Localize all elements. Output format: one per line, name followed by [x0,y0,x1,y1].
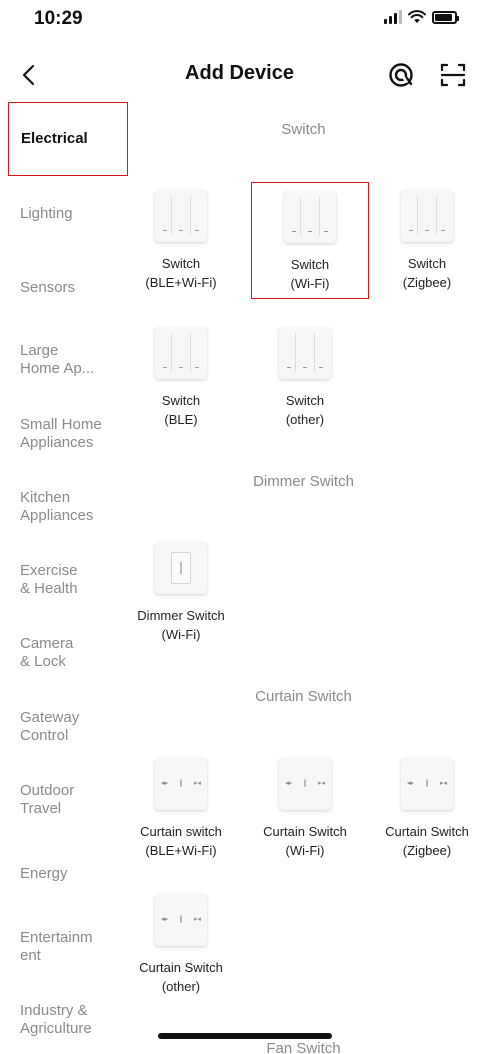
category-entertainment[interactable]: Entertainm ent [8,929,128,965]
category-kitchen-appliances[interactable]: Kitchen Appliances [8,489,128,525]
category-large-home-appliances[interactable]: Large Home Ap... [8,342,128,378]
back-button[interactable] [14,60,42,90]
category-exercise-health[interactable]: Exercise & Health [8,562,128,598]
device-dimmer-switch-wifi[interactable]: Dimmer Switch (Wi-Fi) [122,534,240,652]
section-title-fan-switch: Fan Switch [266,1040,341,1054]
dimmer-switch-device-icon [155,542,207,594]
switch-device-icon [155,327,207,379]
curtain-switch-device-icon: ◂▸ ‖ ▸◂ [155,894,207,946]
device-label: Switch (other) [285,393,325,427]
device-label: Curtain Switch (other) [139,960,223,994]
chevron-left-icon [22,64,35,86]
wifi-icon [408,10,426,23]
category-sensors[interactable]: Sensors [8,279,128,297]
category-industry-agriculture[interactable]: Industry & Agriculture [8,1002,128,1038]
category-small-home-appliances[interactable]: Small Home Appliances [8,416,128,452]
switch-device-icon [155,190,207,242]
device-switch-other[interactable]: Switch (other) [246,319,364,437]
curtain-switch-device-icon: ◂▸ ‖ ▸◂ [401,758,453,810]
status-time: 10:29 [34,8,83,29]
section-title-dimmer-switch: Dimmer Switch [253,473,354,490]
device-curtain-switch-other[interactable]: ◂▸ ‖ ▸◂ Curtain Switch (other) [122,886,240,1004]
device-label: Switch (Wi-Fi) [290,257,330,291]
device-curtain-switch-wifi[interactable]: ◂▸ ‖ ▸◂ Curtain Switch (Wi-Fi) [246,750,364,868]
device-curtain-switch-ble-wifi[interactable]: ◂▸ ‖ ▸◂ Curtain switch (BLE+Wi-Fi) [122,750,240,868]
scan-qr-button[interactable] [438,60,468,90]
device-switch-zigbee[interactable]: Switch (Zigbee) [368,182,479,300]
curtain-switch-device-icon: ◂▸ ‖ ▸◂ [155,758,207,810]
switch-device-icon [284,191,336,243]
device-label: Switch (Zigbee) [402,256,452,290]
curtain-switch-device-icon: ◂▸ ‖ ▸◂ [279,758,331,810]
switch-device-icon [401,190,453,242]
cellular-signal-icon [384,10,402,24]
radar-icon [389,63,413,87]
status-icons [384,10,459,24]
nav-header: Add Device [0,50,479,100]
status-bar: 10:29 [0,0,479,40]
device-label: Curtain switch (BLE+Wi-Fi) [140,824,222,858]
category-lighting[interactable]: Lighting [8,205,128,223]
category-gateway-control[interactable]: Gateway Control [8,709,128,745]
device-label: Curtain Switch (Zigbee) [385,824,469,858]
scan-icon [440,63,466,87]
device-label: Switch (BLE) [161,393,201,427]
device-label: Curtain Switch (Wi-Fi) [263,824,347,858]
section-title-switch: Switch [281,121,326,138]
category-electrical[interactable]: Electrical [8,102,128,176]
battery-icon [432,10,459,24]
category-energy[interactable]: Energy [8,865,128,883]
device-curtain-switch-zigbee[interactable]: ◂▸ ‖ ▸◂ Curtain Switch (Zigbee) [368,750,479,868]
device-switch-wifi[interactable]: Switch (Wi-Fi) [251,182,369,299]
device-switch-ble[interactable]: Switch (BLE) [122,319,240,437]
device-label: Switch (BLE+Wi-Fi) [145,256,217,290]
home-indicator[interactable] [158,1033,332,1039]
section-title-curtain-switch: Curtain Switch [255,688,352,705]
switch-device-icon [279,327,331,379]
category-camera-lock[interactable]: Camera & Lock [8,635,128,671]
auto-scan-button[interactable] [386,60,416,90]
device-switch-ble-wifi[interactable]: Switch (BLE+Wi-Fi) [122,182,240,300]
device-label: Dimmer Switch (Wi-Fi) [137,608,225,642]
category-outdoor-travel[interactable]: Outdoor Travel [8,782,128,818]
